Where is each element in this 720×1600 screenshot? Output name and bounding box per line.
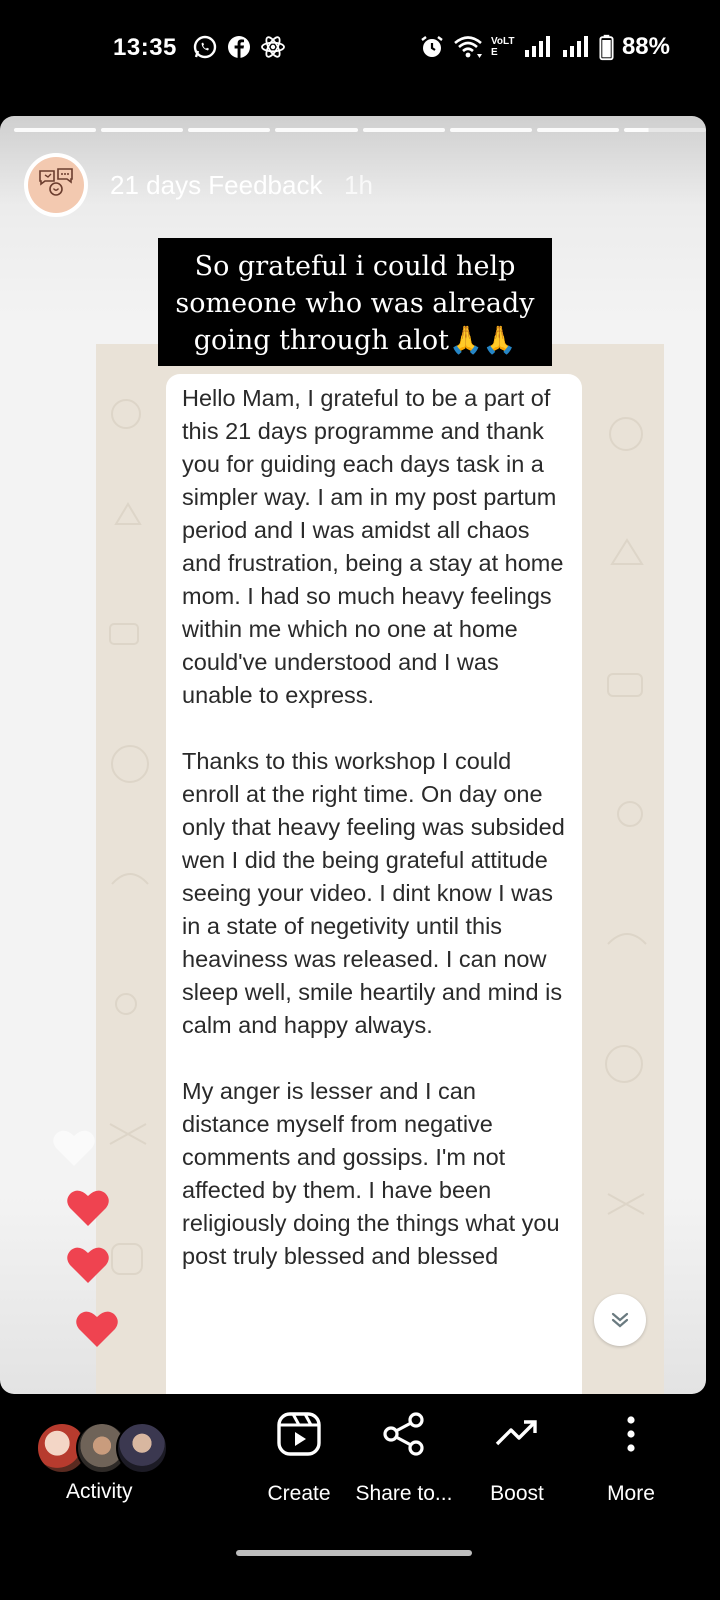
message-bubble: Hello Mam, I grateful to be a part of th… — [166, 374, 582, 1394]
story-progress-bar — [14, 128, 706, 132]
react-icon — [261, 36, 285, 58]
message-text: Hello Mam, I grateful to be a part of th… — [166, 374, 582, 1273]
double-chevron-down-icon — [611, 1312, 629, 1328]
scroll-down-button[interactable] — [594, 1294, 646, 1346]
volte-icon: VoLTE — [490, 36, 515, 58]
create-button[interactable]: Create — [264, 1394, 334, 1506]
message-paragraph: Thanks to this workshop I could enroll a… — [182, 748, 565, 1038]
alarm-icon — [421, 36, 443, 57]
activity-button[interactable] — [36, 1422, 170, 1474]
story-progress-segment — [536, 128, 619, 132]
more-button[interactable]: More — [596, 1394, 666, 1506]
battery-level: 88% — [621, 33, 670, 60]
account-avatar[interactable] — [24, 153, 88, 217]
whatsapp-icon — [193, 35, 217, 59]
boost-label: Boost — [490, 1482, 544, 1505]
story-progress-segment — [449, 128, 532, 132]
story-progress-segment — [623, 128, 706, 132]
story-caption: So grateful i could help someone who was… — [158, 238, 552, 366]
heart-icon — [67, 1190, 109, 1226]
heart-icon — [67, 1247, 109, 1283]
account-name[interactable]: 21 days Feedback — [110, 170, 322, 201]
wifi-icon — [454, 36, 482, 58]
story-action-bar: Activity Create Share to... Boost More — [0, 1394, 720, 1600]
boost-button[interactable]: Boost — [482, 1394, 552, 1506]
status-left-icons — [192, 34, 286, 60]
signal-icon — [524, 36, 550, 57]
status-right-icons: VoLTE 88% — [419, 33, 670, 61]
message-paragraph: Hello Mam, I grateful to be a part of th… — [182, 385, 564, 708]
more-label: More — [607, 1482, 655, 1505]
more-vertical-icon — [627, 1416, 635, 1452]
status-bar: 13:35 VoLTE 88% — [0, 0, 720, 100]
share-button[interactable]: Share to... — [354, 1394, 454, 1506]
share-label: Share to... — [355, 1482, 453, 1505]
status-time: 13:35 — [113, 34, 177, 61]
facebook-icon — [228, 36, 250, 58]
share-icon — [383, 1412, 424, 1456]
trend-up-icon — [495, 1420, 537, 1446]
activity-label[interactable]: Activity — [66, 1480, 133, 1504]
home-indicator[interactable] — [236, 1550, 472, 1556]
story-progress-segment — [362, 128, 445, 132]
story-progress-segment — [275, 128, 358, 132]
heart-icon — [53, 1130, 95, 1166]
create-label: Create — [267, 1482, 331, 1505]
message-paragraph: My anger is lesser and I can distance my… — [182, 1078, 560, 1269]
viewer-avatar — [116, 1422, 168, 1474]
signal-icon — [562, 36, 588, 57]
avatar-image — [28, 157, 84, 213]
story-progress-segment — [101, 128, 184, 132]
story-progress-segment — [188, 128, 271, 132]
battery-icon — [599, 34, 614, 60]
heart-icon — [76, 1311, 118, 1347]
story-progress-segment — [14, 128, 97, 132]
story-timestamp: 1h — [344, 170, 373, 200]
story-viewer[interactable]: 21 days Feedback 1h Hello Mam, I gratefu… — [0, 116, 706, 1394]
reel-play-icon — [277, 1412, 321, 1456]
feedback-logo-icon — [39, 168, 73, 196]
